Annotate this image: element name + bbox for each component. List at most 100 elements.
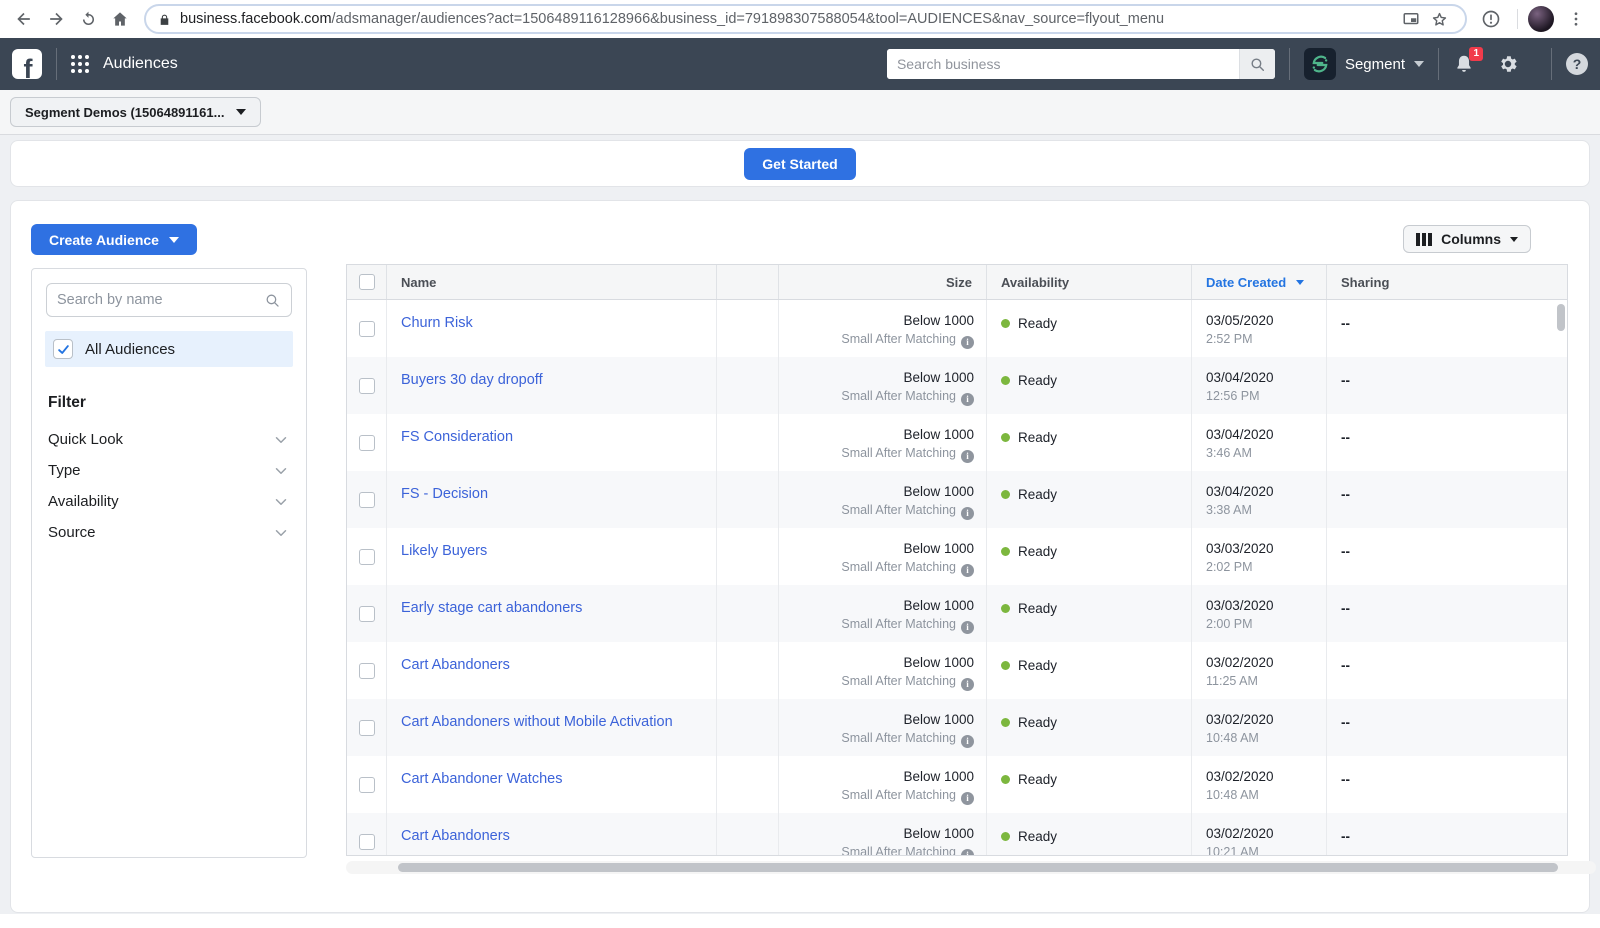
get-started-button[interactable]: Get Started (744, 148, 855, 180)
audience-name-link[interactable]: Cart Abandoners (401, 828, 510, 844)
audience-name-link[interactable]: FS - Decision (401, 486, 488, 502)
availability-cell: Ready (987, 642, 1192, 699)
notifications-button[interactable]: 1 (1453, 53, 1475, 75)
forward-icon[interactable] (40, 3, 72, 35)
vertical-scrollbar[interactable] (1557, 304, 1565, 331)
business-search-input[interactable] (887, 49, 1239, 79)
url-path: /adsmanager/audiences?act=15064891161289… (332, 11, 1165, 27)
info-icon[interactable]: i (961, 849, 974, 857)
row-checkbox[interactable] (359, 549, 375, 565)
create-audience-button[interactable]: Create Audience (31, 224, 197, 255)
profile-avatar[interactable] (1528, 6, 1554, 32)
availability-cell: Ready (987, 756, 1192, 813)
browser-actions (1475, 3, 1592, 35)
audience-name-link[interactable]: Buyers 30 day dropoff (401, 372, 543, 388)
url-host: business.facebook.com (180, 11, 332, 27)
select-all-checkbox[interactable] (359, 274, 375, 290)
address-bar[interactable]: business.facebook.com/adsmanager/audienc… (144, 4, 1467, 34)
header-sharing[interactable]: Sharing (1327, 265, 1567, 299)
audience-name-link[interactable]: Cart Abandoners (401, 657, 510, 673)
sort-caret-icon (1296, 280, 1304, 285)
search-icon[interactable] (1239, 49, 1275, 79)
columns-button[interactable]: Columns (1403, 225, 1531, 253)
table-header: Name Size Availability Date Created Shar… (347, 265, 1567, 300)
blank-cell (717, 642, 779, 699)
table-row: Cart Abandoner Watches Below 1000 Small … (347, 756, 1567, 813)
all-audiences-label: All Audiences (85, 341, 175, 358)
facebook-logo[interactable]: f (12, 49, 42, 79)
header-date-created[interactable]: Date Created (1192, 265, 1327, 299)
table-row: Cart Abandoners without Mobile Activatio… (347, 699, 1567, 756)
search-by-name-input[interactable] (57, 292, 264, 308)
status-dot (1001, 376, 1010, 385)
divider (1551, 48, 1552, 80)
row-checkbox[interactable] (359, 435, 375, 451)
info-icon[interactable]: i (961, 792, 974, 805)
bookmark-star-icon[interactable] (1425, 5, 1453, 33)
audiences-table: Name Size Availability Date Created Shar… (346, 264, 1568, 856)
info-icon[interactable]: i (961, 393, 974, 406)
filter-item-availability[interactable]: Availability (32, 486, 306, 517)
row-checkbox[interactable] (359, 606, 375, 622)
header-name[interactable]: Name (387, 265, 717, 299)
availability-cell: Ready (987, 471, 1192, 528)
audience-name-link[interactable]: Cart Abandoners without Mobile Activatio… (401, 714, 673, 730)
audience-name-link[interactable]: FS Consideration (401, 429, 513, 445)
all-audiences-toggle[interactable]: All Audiences (45, 331, 293, 367)
info-icon[interactable]: i (961, 564, 974, 577)
table-row: Cart Abandoners Below 1000 Small After M… (347, 642, 1567, 699)
settings-button[interactable] (1497, 53, 1519, 75)
lock-icon (158, 13, 171, 26)
page-content: Get Started Create Audience Columns All … (0, 135, 1600, 928)
info-icon[interactable]: i (961, 336, 974, 349)
filter-item-type[interactable]: Type (32, 455, 306, 486)
row-checkbox[interactable] (359, 492, 375, 508)
divider (56, 48, 57, 80)
status-dot (1001, 718, 1010, 727)
info-icon[interactable]: i (961, 507, 974, 520)
chevron-down-icon (272, 431, 290, 449)
filter-item-source[interactable]: Source (32, 517, 306, 548)
availability-cell: Ready (987, 699, 1192, 756)
all-audiences-checkbox[interactable] (53, 339, 73, 359)
row-checkbox[interactable] (359, 321, 375, 337)
ad-account-selector[interactable]: Segment Demos (15064891161... (10, 97, 261, 127)
home-icon[interactable] (104, 3, 136, 35)
browser-menu-icon[interactable] (1560, 3, 1592, 35)
extension-icon[interactable] (1475, 3, 1507, 35)
header-size[interactable]: Size (779, 265, 987, 299)
row-checkbox[interactable] (359, 378, 375, 394)
media-controls-icon[interactable] (1397, 5, 1425, 33)
reload-icon[interactable] (72, 3, 104, 35)
blank-cell (717, 300, 779, 357)
apps-grid-icon[interactable] (71, 55, 89, 73)
sharing-cell: -- (1327, 357, 1567, 414)
audience-name-link[interactable]: Churn Risk (401, 315, 473, 331)
info-icon[interactable]: i (961, 450, 974, 463)
filter-item-quick-look[interactable]: Quick Look (32, 424, 306, 455)
chevron-down-icon (236, 109, 246, 115)
row-checkbox[interactable] (359, 834, 375, 850)
audience-name-link[interactable]: Cart Abandoner Watches (401, 771, 562, 787)
help-button[interactable]: ? (1566, 53, 1588, 75)
back-icon[interactable] (8, 3, 40, 35)
info-icon[interactable]: i (961, 735, 974, 748)
audience-name-link[interactable]: Early stage cart abandoners (401, 600, 582, 616)
horizontal-scrollbar-thumb[interactable] (398, 863, 1558, 872)
status-dot (1001, 433, 1010, 442)
chevron-down-icon (1510, 237, 1518, 242)
row-checkbox[interactable] (359, 777, 375, 793)
info-icon[interactable]: i (961, 621, 974, 634)
row-checkbox[interactable] (359, 663, 375, 679)
business-switcher[interactable]: Segment (1304, 48, 1424, 80)
header-availability[interactable]: Availability (987, 265, 1192, 299)
sharing-cell: -- (1327, 471, 1567, 528)
info-icon[interactable]: i (961, 678, 974, 691)
facebook-navbar: f Audiences Segment (0, 38, 1600, 90)
audience-name-link[interactable]: Likely Buyers (401, 543, 487, 559)
table-body: Churn Risk Below 1000 Small After Matchi… (347, 300, 1567, 856)
row-checkbox[interactable] (359, 720, 375, 736)
page-title: Audiences (103, 55, 178, 73)
horizontal-scrollbar-track[interactable] (346, 861, 1596, 874)
size-cell: Below 1000 Small After Matchingi (779, 528, 987, 585)
